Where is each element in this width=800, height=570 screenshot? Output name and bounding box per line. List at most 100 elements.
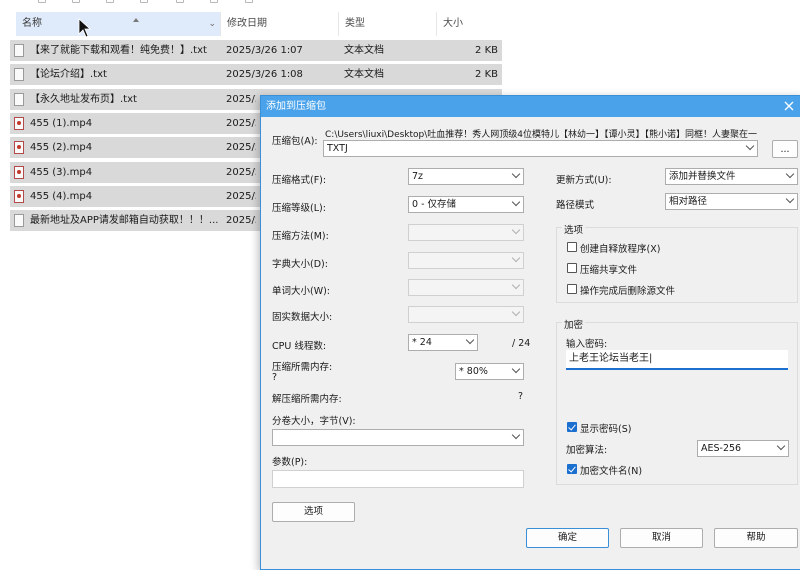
solid-select[interactable] xyxy=(408,306,524,323)
delete-source-checkbox[interactable] xyxy=(567,284,577,294)
password-input[interactable]: 上老王论坛当老王| xyxy=(566,350,788,370)
chevron-down-icon xyxy=(511,253,521,263)
file-name: 最新地址及APP请发邮箱自动获取！！！... xyxy=(30,215,219,226)
threads-select[interactable]: * 24 xyxy=(408,334,478,351)
format-select[interactable]: 7z xyxy=(408,168,524,185)
file-date: 2025/5 xyxy=(226,142,256,153)
file-date: 2025/3/26 1:07 xyxy=(226,45,303,56)
column-header: 名称 ⌄ 修改日期 类型 大小 xyxy=(0,12,505,36)
file-name: 455 (2).mp4 xyxy=(30,142,93,153)
mouse-cursor-icon xyxy=(78,18,92,38)
file-date: 2025/5 xyxy=(226,215,256,226)
file-row[interactable]: 【来了就能下载和观看！纯免费！】.txt 2025/3/26 1:07 文本文档… xyxy=(10,40,502,61)
column-size-header[interactable]: 大小 xyxy=(437,12,505,36)
password-value: 上老王论坛当老王| xyxy=(569,353,653,364)
file-size: 2 KB xyxy=(475,45,498,56)
encryption-method-value: AES-256 xyxy=(701,443,742,454)
file-name: 455 (4).mp4 xyxy=(30,191,93,202)
toolbar-icon[interactable] xyxy=(245,0,253,3)
column-name-header[interactable]: 名称 ⌄ xyxy=(16,12,221,36)
video-file-icon xyxy=(14,190,24,203)
chevron-down-icon xyxy=(745,141,755,151)
toolbar-icon[interactable] xyxy=(210,0,218,3)
level-select[interactable]: 0 - 仅存储 xyxy=(408,196,524,213)
cancel-button[interactable]: 取消 xyxy=(620,528,703,548)
chevron-down-icon xyxy=(511,225,521,235)
file-date: 2025/5 xyxy=(226,118,256,129)
text-file-icon xyxy=(14,44,24,57)
split-select[interactable] xyxy=(272,429,524,446)
column-type-header[interactable]: 类型 xyxy=(339,12,437,36)
archive-name-value: TXTJ xyxy=(327,143,348,154)
show-password-label: 显示密码(S) xyxy=(580,424,632,435)
toolbar-icon[interactable] xyxy=(176,0,184,3)
toolbar-icon[interactable] xyxy=(140,0,148,3)
word-select[interactable] xyxy=(408,279,524,296)
dict-select[interactable] xyxy=(408,252,524,269)
file-date: 2025/3/26 1:08 xyxy=(226,69,303,80)
toolbar-strip xyxy=(0,0,800,10)
show-password-checkbox[interactable] xyxy=(567,422,577,432)
chevron-down-icon xyxy=(776,441,786,451)
help-button[interactable]: 帮助 xyxy=(714,528,798,548)
file-row[interactable]: 【论坛介绍】.txt 2025/3/26 1:08 文本文档 2 KB xyxy=(10,64,502,85)
shared-checkbox[interactable] xyxy=(567,263,577,273)
password-label: 输入密码: xyxy=(566,339,608,350)
path-label: 路径模式 xyxy=(556,200,595,211)
toolbar-icon[interactable] xyxy=(106,0,114,3)
archive-label: 压缩包(A): xyxy=(272,136,318,147)
threads-max: / 24 xyxy=(512,338,531,349)
update-select[interactable]: 添加并替换文件 xyxy=(665,168,798,185)
file-type: 文本文档 xyxy=(344,69,384,80)
column-name-label: 名称 xyxy=(22,18,42,29)
encrypt-names-checkbox[interactable] xyxy=(567,464,577,474)
video-file-icon xyxy=(14,117,24,130)
toolbar-icon[interactable] xyxy=(38,0,46,3)
options-group-title: 选项 xyxy=(562,222,586,236)
chevron-down-icon xyxy=(511,169,521,179)
method-select[interactable] xyxy=(408,224,524,241)
word-label: 单词大小(W): xyxy=(272,286,331,297)
format-value: 7z xyxy=(412,171,424,182)
method-label: 压缩方法(M): xyxy=(272,231,329,242)
archive-name-combo[interactable]: TXTJ xyxy=(323,140,758,157)
column-type-label: 类型 xyxy=(345,18,365,29)
file-date: 2025/5 xyxy=(226,167,256,178)
decomp-label: 解压缩所需内存: xyxy=(272,394,342,405)
options-button[interactable]: 选项 xyxy=(272,502,355,522)
chevron-down-icon xyxy=(511,197,521,207)
split-label: 分卷大小，字节(V): xyxy=(272,416,356,427)
text-file-icon xyxy=(14,68,24,81)
file-name: 455 (1).mp4 xyxy=(30,118,93,129)
mem-unknown: ? xyxy=(272,372,278,383)
close-icon[interactable] xyxy=(782,99,796,113)
column-date-label: 修改日期 xyxy=(227,18,267,29)
params-label: 参数(P): xyxy=(272,457,308,468)
encrypt-names-label: 加密文件名(N) xyxy=(580,466,643,477)
dialog-titlebar[interactable]: 添加到压缩包 xyxy=(261,96,800,117)
ok-button[interactable]: 确定 xyxy=(526,528,609,548)
params-input[interactable] xyxy=(272,470,524,488)
sfx-checkbox[interactable] xyxy=(567,242,577,252)
add-to-archive-dialog: 添加到压缩包 压缩包(A): C:\Users\liuxi\Desktop\吐血… xyxy=(260,95,800,570)
chevron-down-icon xyxy=(511,364,521,374)
shared-label: 压缩共享文件 xyxy=(580,265,638,276)
chevron-down-icon xyxy=(511,307,521,317)
memory-select[interactable]: * 80% xyxy=(455,363,524,380)
encryption-method-select[interactable]: AES-256 xyxy=(697,440,789,457)
format-label: 压缩格式(F): xyxy=(272,175,327,186)
file-date: 2025/3 xyxy=(226,94,256,105)
sort-ascending-icon xyxy=(133,18,139,22)
chevron-down-icon[interactable]: ⌄ xyxy=(208,12,216,36)
browse-button[interactable]: ... xyxy=(772,140,798,158)
path-select[interactable]: 相对路径 xyxy=(665,193,798,210)
chevron-down-icon xyxy=(511,430,521,440)
level-value: 0 - 仅存储 xyxy=(412,199,457,210)
text-file-icon xyxy=(14,214,24,227)
file-name: 【来了就能下载和观看！纯免费！】.txt xyxy=(30,45,207,56)
solid-label: 固实数据大小: xyxy=(272,312,333,323)
delete-source-label: 操作完成后删除源文件 xyxy=(580,286,676,297)
file-date: 2025/5 xyxy=(226,191,256,202)
toolbar-icon[interactable] xyxy=(72,0,80,3)
column-date-header[interactable]: 修改日期 xyxy=(221,12,339,36)
